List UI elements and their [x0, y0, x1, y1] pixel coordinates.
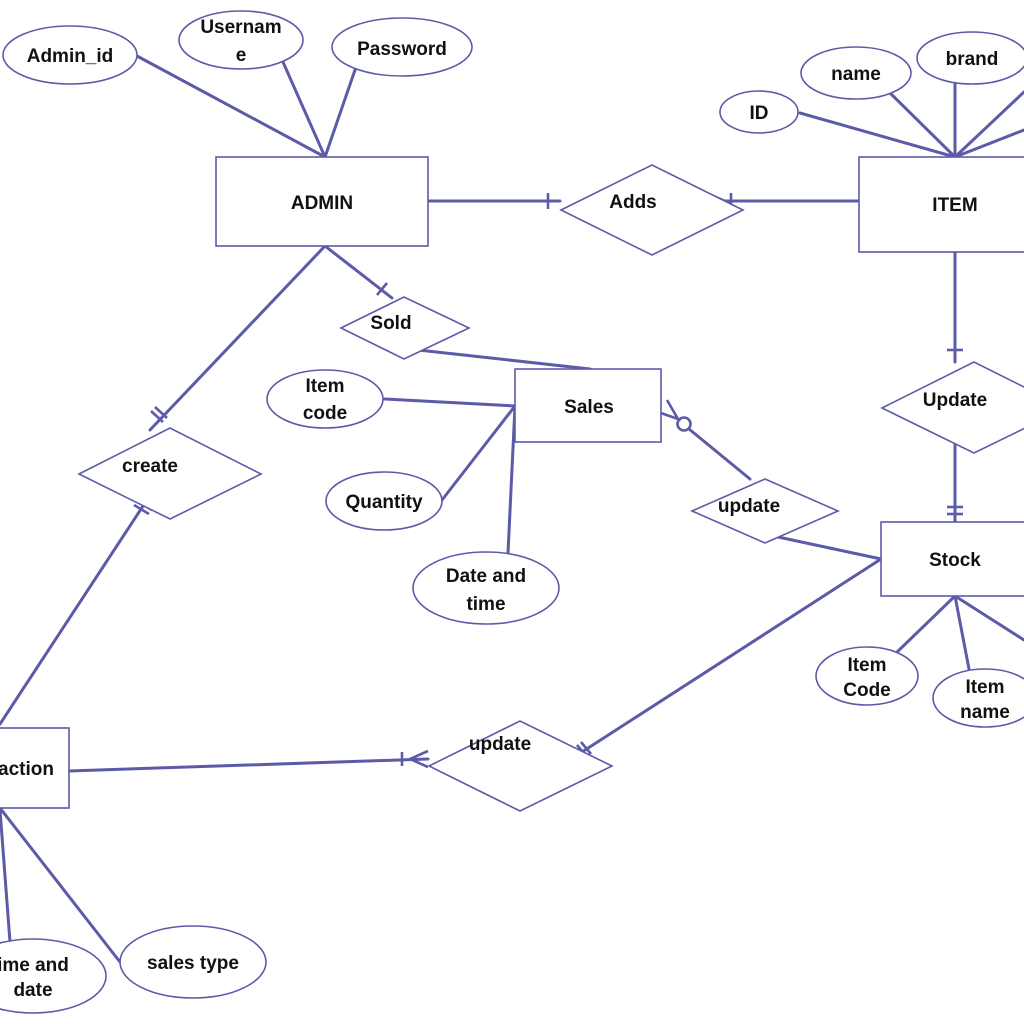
- attribute-item-id-label: ID: [750, 103, 769, 124]
- relationship-adds-label: Adds: [609, 192, 657, 213]
- attribute-transaction-sales-type[interactable]: sales type: [119, 925, 267, 999]
- entity-item-label: ITEM: [932, 195, 977, 216]
- relationship-sold-label: Sold: [370, 313, 411, 334]
- attribute-stock-item-name[interactable]: Item name: [932, 668, 1024, 728]
- edge-transaction-sales-type: [0, 806, 122, 964]
- attribute-item-brand[interactable]: brand: [916, 31, 1024, 85]
- attribute-sales-date-time-line1: Date and: [446, 566, 526, 587]
- attribute-transaction-time-date[interactable]: ime and date: [0, 938, 107, 1014]
- edge-item-attr-offscreen-2: [953, 128, 1024, 159]
- attribute-username-label-line1: Usernam: [200, 17, 281, 38]
- attribute-transaction-time-date-line2: date: [13, 980, 52, 1001]
- entity-admin[interactable]: ADMIN: [215, 156, 429, 247]
- edge-admin-password: [323, 68, 357, 159]
- attribute-stock-item-code[interactable]: Item Code: [815, 646, 919, 706]
- attribute-sales-item-code[interactable]: Item code: [266, 369, 384, 429]
- attribute-stock-item-code-line2: Code: [843, 680, 891, 701]
- attribute-sales-quantity-label: Quantity: [345, 492, 422, 513]
- entity-sales[interactable]: Sales: [514, 368, 662, 443]
- entity-item[interactable]: ITEM: [858, 156, 1024, 253]
- edge-stock-attr-offscreen: [953, 594, 1024, 642]
- relationship-adds[interactable]: Adds: [559, 164, 745, 256]
- attribute-password[interactable]: Password: [331, 17, 473, 77]
- er-diagram-canvas: ADMIN ITEM Sales Stock action Adds Sold …: [0, 10, 1024, 1014]
- attribute-sales-date-time-line2: time: [466, 594, 505, 615]
- relationship-create[interactable]: create: [77, 427, 263, 520]
- attribute-username[interactable]: Usernam e: [178, 10, 304, 70]
- entity-transaction[interactable]: action: [0, 727, 70, 809]
- attribute-sales-quantity[interactable]: Quantity: [325, 471, 443, 531]
- attribute-transaction-time-date-line1: ime and: [0, 955, 69, 976]
- edge-sales-update: [687, 427, 752, 481]
- edge-sales-quantity: [440, 404, 517, 502]
- attribute-stock-item-name-line2: name: [960, 702, 1010, 723]
- edge-transaction-time-date: [0, 808, 12, 944]
- relationship-update-item-stock-label: Update: [923, 390, 987, 411]
- attribute-password-label: Password: [357, 39, 447, 60]
- relationship-create-label: create: [122, 456, 178, 477]
- attribute-admin-id[interactable]: Admin_id: [2, 25, 138, 85]
- edge-update-transaction: [67, 757, 430, 773]
- attribute-stock-item-code-line1: Item: [847, 655, 886, 676]
- attribute-sales-item-code-line1: Item: [305, 376, 344, 397]
- edge-sales-date-time: [506, 404, 517, 555]
- entity-admin-label: ADMIN: [291, 193, 353, 214]
- edge-stock-item-code: [893, 594, 957, 656]
- attribute-stock-item-name-line1: Item: [965, 677, 1004, 698]
- attribute-item-id[interactable]: ID: [719, 90, 799, 134]
- edge-stock-item-name: [953, 594, 971, 671]
- attribute-admin-id-label: Admin_id: [27, 46, 114, 67]
- attribute-sales-date-time[interactable]: Date and time: [412, 551, 560, 625]
- attribute-sales-item-code-line2: code: [303, 403, 347, 424]
- attribute-transaction-sales-type-label: sales type: [147, 953, 239, 974]
- relationship-update-sales-stock[interactable]: update: [690, 478, 840, 544]
- edge-item-attr-offscreen-1: [953, 90, 1024, 159]
- relationship-sold[interactable]: Sold: [339, 296, 471, 360]
- relationship-update-item-stock[interactable]: Update: [880, 361, 1024, 454]
- relationship-update-transaction-stock-label: update: [469, 734, 531, 755]
- attribute-item-name[interactable]: name: [800, 46, 912, 100]
- relationship-update-sales-stock-label: update: [718, 496, 780, 517]
- edge-admin-admin-id: [135, 54, 327, 159]
- attribute-username-label-line2: e: [236, 45, 247, 66]
- entity-stock[interactable]: Stock: [880, 521, 1024, 597]
- edge-admin-username: [281, 60, 327, 159]
- entity-sales-label: Sales: [564, 397, 614, 418]
- edge-sales-item-code: [383, 397, 517, 408]
- entity-stock-label: Stock: [929, 550, 981, 571]
- attribute-item-name-label: name: [831, 64, 881, 85]
- entity-transaction-label: action: [0, 759, 54, 780]
- attribute-item-brand-label: brand: [946, 49, 999, 70]
- edge-create-transaction: [0, 501, 147, 726]
- relationship-update-transaction-stock[interactable]: update: [427, 720, 614, 812]
